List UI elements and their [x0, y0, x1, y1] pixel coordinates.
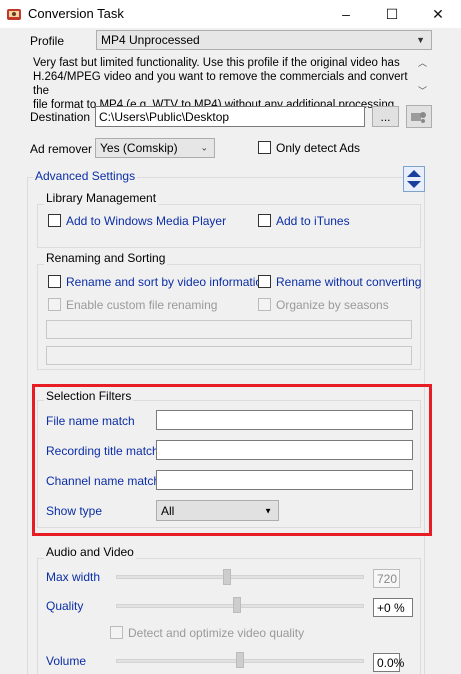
app-icon [7, 9, 21, 20]
advanced-settings-link[interactable]: Advanced Settings [33, 169, 138, 183]
ad-remover-label: Ad remover [30, 142, 93, 156]
rename-without-converting-checkbox[interactable] [258, 275, 271, 288]
maximize-icon: ☐ [385, 5, 399, 22]
destination-value: C:\Users\Public\Desktop [99, 109, 230, 124]
selection-filters-title: Selection Filters [44, 389, 134, 403]
collapse-advanced-button[interactable] [403, 166, 425, 192]
quality-value[interactable]: +0 % [373, 598, 413, 617]
minimize-button[interactable]: – [323, 0, 369, 28]
title-bar: Conversion Task – ☐ ✕ [0, 0, 461, 28]
add-to-itunes-checkbox[interactable] [258, 214, 271, 227]
rename-sort-checkbox[interactable] [48, 275, 61, 288]
description-line: Very fast but limited functionality. Use… [33, 57, 400, 69]
description-line: H.264/MPEG video and you want to remove … [33, 71, 408, 97]
audio-video-title: Audio and Video [44, 545, 136, 559]
close-icon: ✕ [432, 5, 444, 22]
library-management-title: Library Management [44, 191, 159, 205]
profile-description: Very fast but limited functionality. Use… [33, 56, 413, 112]
quality-label: Quality [46, 599, 84, 613]
max-width-label: Max width [46, 570, 101, 584]
rename-without-converting-label: Rename without converting [276, 275, 422, 289]
ad-remover-value: Yes (Comskip) [100, 141, 178, 155]
scroll-up-icon[interactable]: ︿ [418, 56, 427, 69]
collapse-expand-icon [407, 170, 421, 188]
detect-optimize-quality-label: Detect and optimize video quality [128, 626, 305, 640]
quality-slider-thumb[interactable] [233, 597, 241, 613]
dropdown-arrow-icon: ▼ [264, 506, 272, 515]
volume-slider-thumb[interactable] [236, 652, 244, 668]
rename-sort-label: Rename and sort by video information [66, 275, 269, 289]
only-detect-ads-checkbox[interactable] [258, 141, 271, 154]
recording-title-match-label: Recording title match [46, 444, 159, 458]
recording-title-match-input[interactable] [156, 440, 413, 460]
channel-name-match-input[interactable] [156, 470, 413, 490]
show-type-label: Show type [46, 504, 103, 518]
file-name-match-label: File name match [46, 414, 135, 428]
max-width-slider-track[interactable] [116, 575, 364, 579]
volume-value[interactable]: 0.0% [373, 653, 404, 672]
custom-renaming-checkbox[interactable] [48, 298, 61, 311]
volume-label: Volume [46, 654, 87, 668]
profile-label: Profile [30, 34, 65, 48]
chevron-down-icon: ▼ [416, 35, 425, 45]
destination-label: Destination [30, 110, 91, 124]
network-folder-icon [411, 111, 426, 123]
ad-remover-select[interactable]: Yes (Comskip) ⌄ [95, 138, 215, 158]
profile-select-value: MP4 Unprocessed [101, 33, 200, 47]
add-to-wmp-checkbox[interactable] [48, 214, 61, 227]
file-name-match-input[interactable] [156, 410, 413, 430]
custom-rename-pattern-input[interactable] [46, 320, 412, 339]
channel-name-match-label: Channel name match [46, 474, 161, 488]
destination-input[interactable]: C:\Users\Public\Desktop [95, 106, 365, 127]
close-button[interactable]: ✕ [415, 0, 461, 28]
show-type-select[interactable]: All ▼ [156, 500, 279, 521]
browse-label: ... [380, 109, 391, 124]
minimize-icon: – [342, 6, 350, 22]
add-to-itunes-label: Add to iTunes [276, 214, 350, 228]
only-detect-ads-label: Only detect Ads [276, 141, 361, 155]
description-scrollbar[interactable]: ︿ ﹀ [414, 54, 431, 100]
organize-seasons-checkbox[interactable] [258, 298, 271, 311]
scroll-down-icon[interactable]: ﹀ [418, 84, 427, 97]
client-area: Profile MP4 Unprocessed ▼ Very fast but … [0, 28, 461, 674]
maximize-button[interactable]: ☐ [369, 0, 415, 28]
show-type-value: All [161, 503, 175, 518]
browse-button[interactable]: ... [372, 106, 399, 127]
custom-folder-pattern-input[interactable] [46, 346, 412, 365]
add-to-wmp-label: Add to Windows Media Player [66, 214, 227, 228]
custom-renaming-label: Enable custom file renaming [66, 298, 218, 312]
chevron-down-icon: ⌄ [200, 142, 208, 153]
organize-seasons-label: Organize by seasons [276, 298, 389, 312]
network-folder-button[interactable] [406, 105, 432, 128]
profile-select[interactable]: MP4 Unprocessed ▼ [96, 30, 432, 50]
window-title: Conversion Task [28, 6, 124, 21]
max-width-value[interactable]: 720 [373, 569, 400, 588]
max-width-slider-thumb[interactable] [223, 569, 231, 585]
detect-optimize-quality-checkbox[interactable] [110, 626, 123, 639]
renaming-sorting-title: Renaming and Sorting [44, 251, 168, 265]
